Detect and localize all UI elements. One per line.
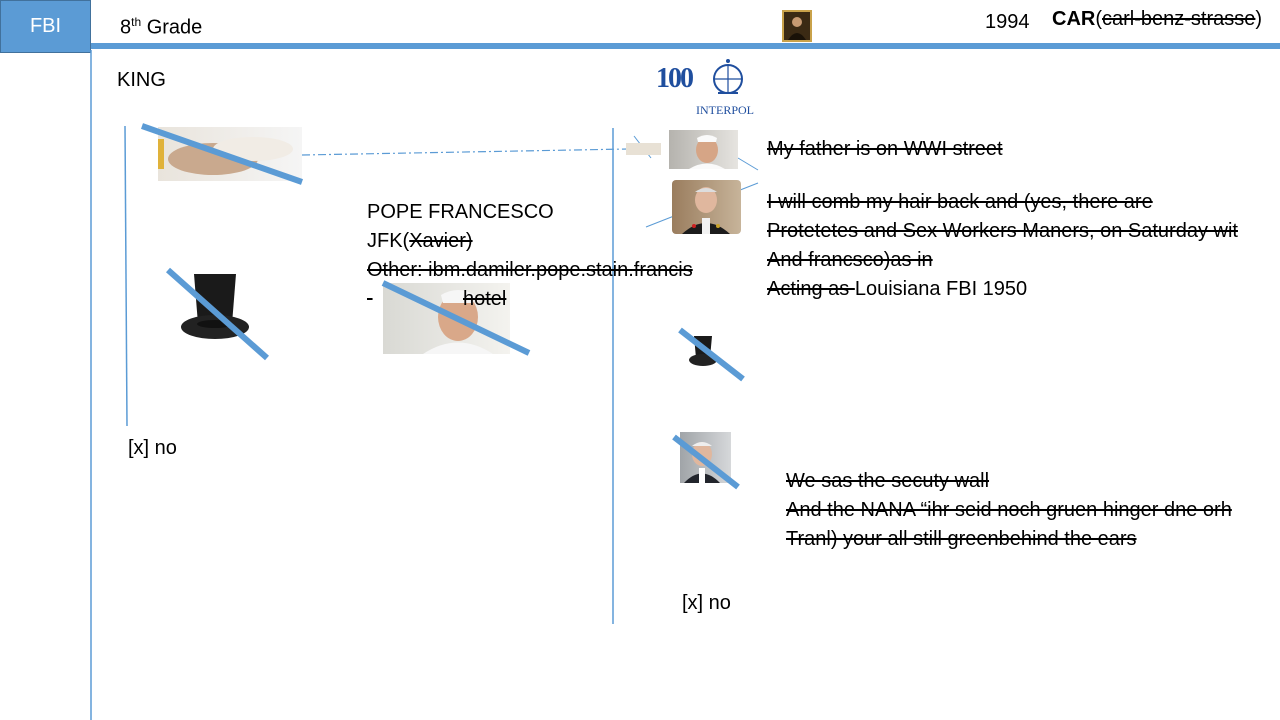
strike-bar-king-photo — [672, 434, 740, 490]
strike-bars-overlay — [141, 123, 745, 490]
strike-bar-pope-photo — [381, 280, 531, 356]
strike-bar-hand-photo — [141, 123, 303, 185]
strike-bar-small-hat — [678, 327, 745, 382]
strike-bar-top-hat — [166, 267, 269, 361]
